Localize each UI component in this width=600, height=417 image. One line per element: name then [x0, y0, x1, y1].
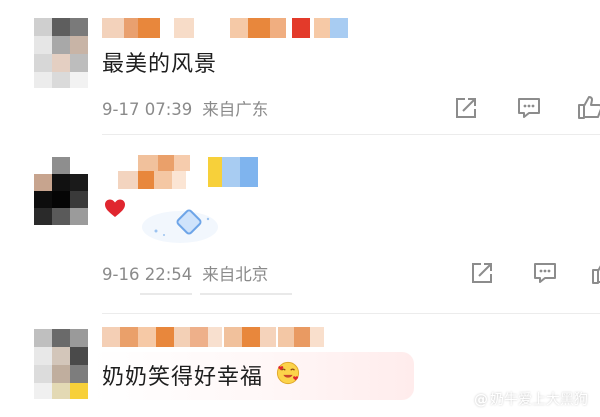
comment-location: 来自北京 [202, 265, 269, 284]
divider [140, 293, 192, 295]
comment-icon[interactable] [515, 94, 543, 122]
watermark-text: 奶牛爱上大黑狗 [490, 392, 588, 408]
username-mosaic[interactable] [102, 327, 342, 347]
comment-icon[interactable] [531, 259, 559, 287]
comment-time: 9-17 07:39 [102, 100, 193, 119]
comment-text: 最美的风景 [102, 52, 218, 77]
watermark-at: @ [474, 392, 488, 408]
comment-item-2: 9-16 22:54 来自北京 [0, 135, 600, 315]
diamond-sticker-icon [142, 209, 218, 243]
watermark: @ 奶牛爱上大黑狗 [474, 389, 588, 409]
thumbs-up-icon[interactable] [590, 258, 600, 286]
avatar[interactable] [34, 18, 88, 88]
comment-item-1: 最美的风景 9-17 07:39 来自广东 [0, 0, 600, 135]
comment-meta: 9-16 22:54 来自北京 [102, 261, 278, 285]
smiling-hearts-emoji-icon [276, 361, 300, 385]
avatar[interactable] [34, 157, 88, 225]
divider [102, 313, 600, 314]
heart-emoji-icon [105, 199, 125, 217]
share-icon[interactable] [452, 94, 480, 122]
divider [200, 293, 292, 295]
avatar[interactable] [34, 329, 88, 399]
comment-location: 来自广东 [202, 100, 269, 119]
comment-text: 奶奶笑得好幸福 [102, 359, 263, 391]
username-mosaic[interactable] [102, 18, 350, 38]
username-mosaic[interactable] [118, 155, 278, 191]
share-icon[interactable] [468, 259, 496, 287]
thumbs-up-icon[interactable] [576, 93, 600, 121]
comment-text-content: 奶奶笑得好幸福 [102, 365, 264, 390]
comment-time: 9-16 22:54 [102, 265, 193, 284]
comment-meta: 9-17 07:39 来自广东 [102, 96, 278, 120]
